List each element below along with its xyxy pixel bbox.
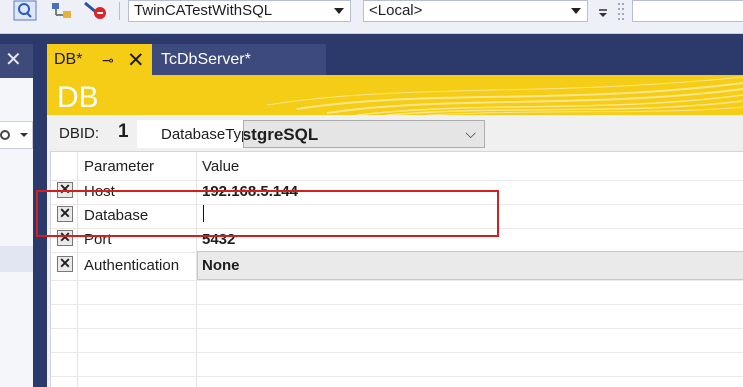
tab-tcdbserver-label: TcDbServer* [161, 51, 251, 68]
search-box[interactable] [632, 0, 743, 22]
pin-icon[interactable]: ⊸ [102, 52, 114, 69]
solution-combo[interactable]: TwinCATestWithSQL [128, 0, 351, 22]
parameter-name: Authentication [84, 257, 180, 274]
authentication-combo[interactable]: None [197, 251, 743, 280]
row-delete-checkbox[interactable]: ✕ [57, 256, 73, 272]
highlight-box [36, 190, 499, 237]
tab-tcdbserver[interactable]: TcDbServer* [152, 44, 326, 75]
chevron-down-icon [334, 8, 344, 14]
grid-row-divider [51, 376, 743, 377]
column-header-parameter: Parameter [84, 158, 155, 175]
editor-banner: DB [47, 75, 743, 115]
editor-title: DB [57, 81, 99, 114]
toolbar-grip-icon[interactable] [614, 0, 628, 22]
column-header-value: Value [202, 158, 240, 175]
chevron-down-icon [571, 8, 581, 14]
dbid-label: DBID: [59, 125, 100, 142]
search-options-icon [0, 130, 28, 140]
disconnect-icon[interactable] [80, 0, 110, 22]
grid-row-divider [51, 304, 743, 305]
target-combo-value: <Local> [369, 2, 423, 19]
grid-row-divider [51, 180, 743, 181]
grid-row-divider [51, 280, 743, 281]
database-type-combo[interactable]: PostgreSQL ⌵ [243, 120, 485, 148]
explorer-search-combo[interactable] [0, 121, 33, 149]
tab-db[interactable]: DB* ⊸ ✕ [47, 44, 152, 75]
close-icon[interactable]: ✕ [5, 50, 22, 70]
toolbar: TwinCATestWithSQL <Local> [0, 0, 743, 34]
close-icon[interactable]: ✕ [127, 48, 145, 73]
grid-row-divider [51, 328, 743, 329]
explorer-selected-item[interactable] [0, 246, 33, 272]
banner-wave-decoration [266, 76, 743, 115]
dbid-value: 1 [118, 121, 129, 142]
ide-window: TwinCATestWithSQL <Local> ✕ DB* ⊸ ✕ TcDb… [0, 0, 743, 387]
target-combo[interactable]: <Local> [363, 0, 588, 22]
authentication-value: None [202, 257, 240, 274]
toolbar-overflow-icon[interactable] [595, 0, 611, 22]
parameter-grid: Parameter Value ✕ Host 192.168.5.144 ✕ D… [50, 151, 743, 387]
solution-combo-value: TwinCATestWithSQL [134, 2, 273, 19]
find-target-icon[interactable] [10, 0, 40, 22]
tab-db-label: DB* [54, 51, 83, 68]
chevron-down-icon: ⌵ [465, 125, 476, 141]
database-type-value: PostgreSQL [243, 125, 319, 144]
grid-row-divider [51, 352, 743, 353]
network-icon[interactable] [48, 0, 76, 22]
toolbar-separator [119, 2, 120, 20]
